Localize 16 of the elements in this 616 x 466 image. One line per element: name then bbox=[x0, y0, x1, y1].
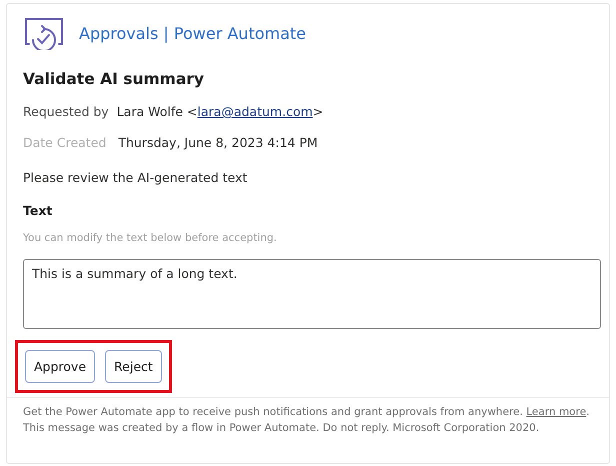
requested-by-label: Requested by bbox=[23, 104, 109, 119]
approve-button[interactable]: Approve bbox=[25, 350, 96, 383]
date-value: Thursday, June 8, 2023 4:14 PM bbox=[118, 135, 318, 150]
approval-check-icon bbox=[23, 16, 65, 50]
field-label: Text bbox=[23, 203, 54, 218]
text-input-field[interactable]: This is a summary of a long text. bbox=[23, 259, 601, 329]
field-hint: You can modify the text below before accepting. bbox=[23, 232, 278, 244]
instructions-text: Please review the AI-generated text bbox=[23, 170, 248, 185]
request-title: Validate AI summary bbox=[23, 70, 206, 88]
footer-text: Get the Power Automate app to receive push notifications and grant approvals from anywhere. Learn more. This message was created by a flow in Power Automate. Do not reply. Microsoft Corporation 2020. bbox=[23, 405, 590, 436]
email-link[interactable]: lara@adatum.com bbox=[197, 104, 313, 119]
requester-text: Lara Wolfe <lara@adatum.com> bbox=[116, 104, 324, 119]
reject-button[interactable]: Reject bbox=[105, 350, 162, 383]
date-label: Date Created bbox=[23, 135, 106, 150]
learn-more-link[interactable]: Learn more bbox=[526, 406, 586, 418]
app-title: Approvals | Power Automate bbox=[79, 24, 306, 42]
